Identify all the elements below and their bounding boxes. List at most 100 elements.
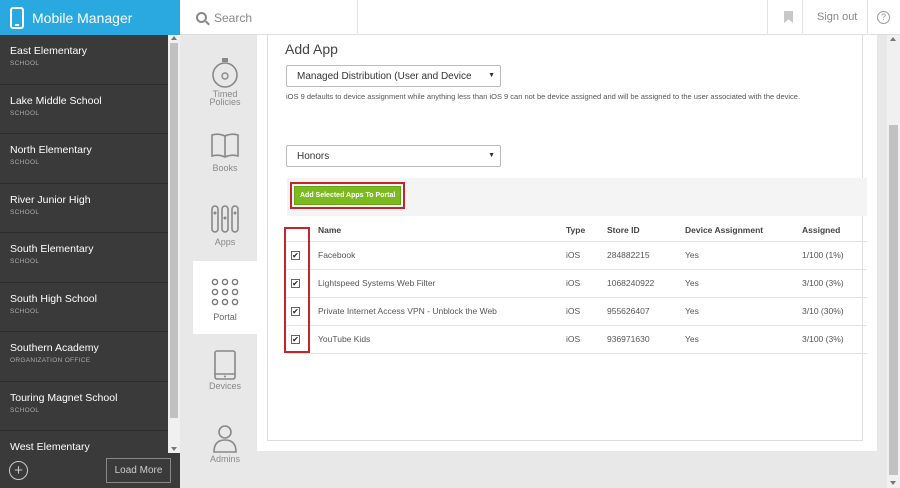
column-header-store-id[interactable]: Store ID — [607, 225, 640, 235]
store-id: 284882215 — [607, 250, 650, 260]
apps-utensils-icon — [211, 205, 239, 233]
school-type: SCHOOL — [10, 159, 40, 166]
table-row[interactable]: ✔ Lightspeed Systems Web Filter iOS 1068… — [287, 269, 867, 297]
nav-label: Books — [212, 163, 238, 173]
divider — [802, 0, 803, 35]
dropdown-caret-icon: ▼ — [488, 152, 495, 159]
table-row[interactable]: ✔ Private Internet Access VPN - Unblock … — [287, 297, 867, 325]
scroll-up-arrow-icon[interactable] — [171, 36, 177, 40]
user-admin-icon — [213, 425, 237, 453]
school-item[interactable]: West Elementary — [0, 431, 168, 453]
nav-books[interactable]: Books — [193, 124, 257, 197]
school-type: SCHOOL — [10, 109, 40, 117]
app-type: iOS — [566, 278, 581, 288]
school-item[interactable]: South Elementary SCHOOL — [0, 233, 168, 283]
app-brand[interactable]: Mobile Manager — [0, 0, 180, 35]
table-row[interactable]: ✔ YouTube Kids iOS 936971630 Yes 3/100 (… — [287, 325, 867, 353]
sidebar-footer: + Load More — [0, 453, 180, 488]
column-header-name[interactable]: Name — [318, 225, 341, 235]
nav-portal[interactable]: Portal — [193, 261, 257, 334]
school-type: SCHOOL — [10, 258, 40, 265]
app-type: iOS — [566, 334, 581, 344]
divider — [357, 0, 358, 35]
add-school-icon[interactable]: + — [9, 461, 28, 480]
nav-label: Devices — [208, 381, 241, 391]
scrollbar-thumb[interactable] — [889, 125, 898, 475]
divider — [767, 0, 768, 35]
school-item[interactable]: Southern Academy ORGANIZATION OFFICE — [0, 332, 168, 382]
school-name: East Elementary — [10, 45, 88, 57]
device-assignment: Yes — [685, 278, 699, 288]
column-header-assigned[interactable]: Assigned — [802, 225, 840, 235]
top-bar: Mobile Manager Search Sign out ? — [0, 0, 900, 35]
search-box[interactable]: Search — [196, 0, 252, 35]
feature-nav: Timed Policies Books Apps Portal Devices… — [193, 35, 257, 488]
add-selected-apps-button[interactable]: Add Selected Apps To Portal — [289, 182, 406, 209]
school-item[interactable]: North Elementary SCHOOL — [0, 134, 168, 184]
school-name: Touring Magnet School — [10, 391, 118, 404]
nav-timed-policies[interactable]: Timed Policies — [193, 51, 257, 124]
sidebar-scrollbar[interactable] — [168, 35, 180, 453]
column-header-device-assignment[interactable]: Device Assignment — [685, 225, 763, 235]
app-type: iOS — [566, 250, 581, 260]
select-value: Managed Distribution (User and Device — [297, 71, 472, 82]
school-name: River Junior High — [10, 193, 91, 206]
device-assignment: Yes — [685, 334, 699, 344]
assigned-count: 3/10 (30%) — [802, 306, 844, 316]
nav-admins[interactable]: Admins — [193, 417, 257, 488]
table-row[interactable]: ✔ Facebook iOS 284882215 Yes 1/100 (1%) — [287, 241, 867, 269]
stopwatch-icon — [212, 58, 238, 88]
search-placeholder: Search — [214, 10, 253, 25]
column-header-type[interactable]: Type — [566, 225, 585, 235]
book-icon — [211, 133, 239, 158]
school-name: Southern Academy — [10, 342, 99, 354]
nav-label: Admins — [209, 454, 240, 464]
school-name: West Elementary — [10, 441, 90, 453]
nav-devices[interactable]: Devices — [193, 344, 257, 417]
school-name: North Elementary — [10, 144, 92, 156]
app-type: iOS — [566, 306, 581, 316]
school-item[interactable]: Lake Middle School SCHOOL — [0, 85, 168, 134]
load-more-button[interactable]: Load More — [106, 458, 171, 483]
school-type: SCHOOL — [10, 406, 40, 414]
school-name: South High School — [10, 292, 97, 305]
sign-out-link[interactable]: Sign out — [817, 11, 857, 23]
scroll-down-arrow-icon[interactable] — [171, 447, 177, 451]
school-item[interactable]: South High School SCHOOL — [0, 283, 168, 332]
distribution-type-select[interactable]: Managed Distribution (User and Device ▼ — [286, 65, 501, 87]
app-name: Private Internet Access VPN - Unblock th… — [318, 306, 497, 316]
divider — [867, 0, 868, 35]
scroll-up-arrow-icon[interactable] — [890, 37, 896, 41]
app-title: Mobile Manager — [32, 9, 133, 26]
scrollbar-thumb[interactable] — [170, 43, 178, 418]
nav-label: Apps — [214, 237, 236, 247]
nav-apps[interactable]: Apps — [193, 197, 257, 270]
nav-label: Policies — [209, 97, 241, 107]
school-item[interactable]: East Elementary SCHOOL — [0, 35, 168, 85]
main-scrollbar[interactable] — [887, 35, 900, 488]
dropdown-caret-icon: ▼ — [488, 72, 495, 79]
portal-select[interactable]: Honors ▼ — [286, 145, 501, 167]
assigned-count: 1/100 (1%) — [802, 250, 844, 260]
school-item[interactable]: Touring Magnet School SCHOOL — [0, 382, 168, 431]
school-type: SCHOOL — [10, 60, 40, 67]
school-type: SCHOOL — [10, 307, 40, 315]
school-type: SCHOOL — [10, 208, 40, 216]
store-id: 1068240922 — [607, 278, 655, 288]
school-list: East Elementary SCHOOL Lake Middle School… — [0, 35, 168, 453]
ios-assignment-note: iOS 9 defaults to device assignment whil… — [286, 92, 801, 101]
app-name: Lightspeed Systems Web Filter — [318, 278, 436, 288]
scroll-down-arrow-icon[interactable] — [890, 481, 896, 485]
select-value: Honors — [297, 151, 330, 162]
page-title: Add App — [285, 41, 338, 57]
help-icon[interactable]: ? — [877, 11, 890, 24]
search-icon — [196, 12, 207, 23]
device-assignment: Yes — [685, 250, 699, 260]
checkbox-highlight-frame — [284, 227, 310, 353]
divider — [287, 353, 867, 354]
add-app-card: Add App Managed Distribution (User and D… — [267, 35, 867, 441]
school-name: South Elementary — [10, 243, 94, 255]
bookmark-icon[interactable] — [784, 11, 793, 23]
device-assignment: Yes — [685, 306, 699, 316]
school-item[interactable]: River Junior High SCHOOL — [0, 184, 168, 233]
